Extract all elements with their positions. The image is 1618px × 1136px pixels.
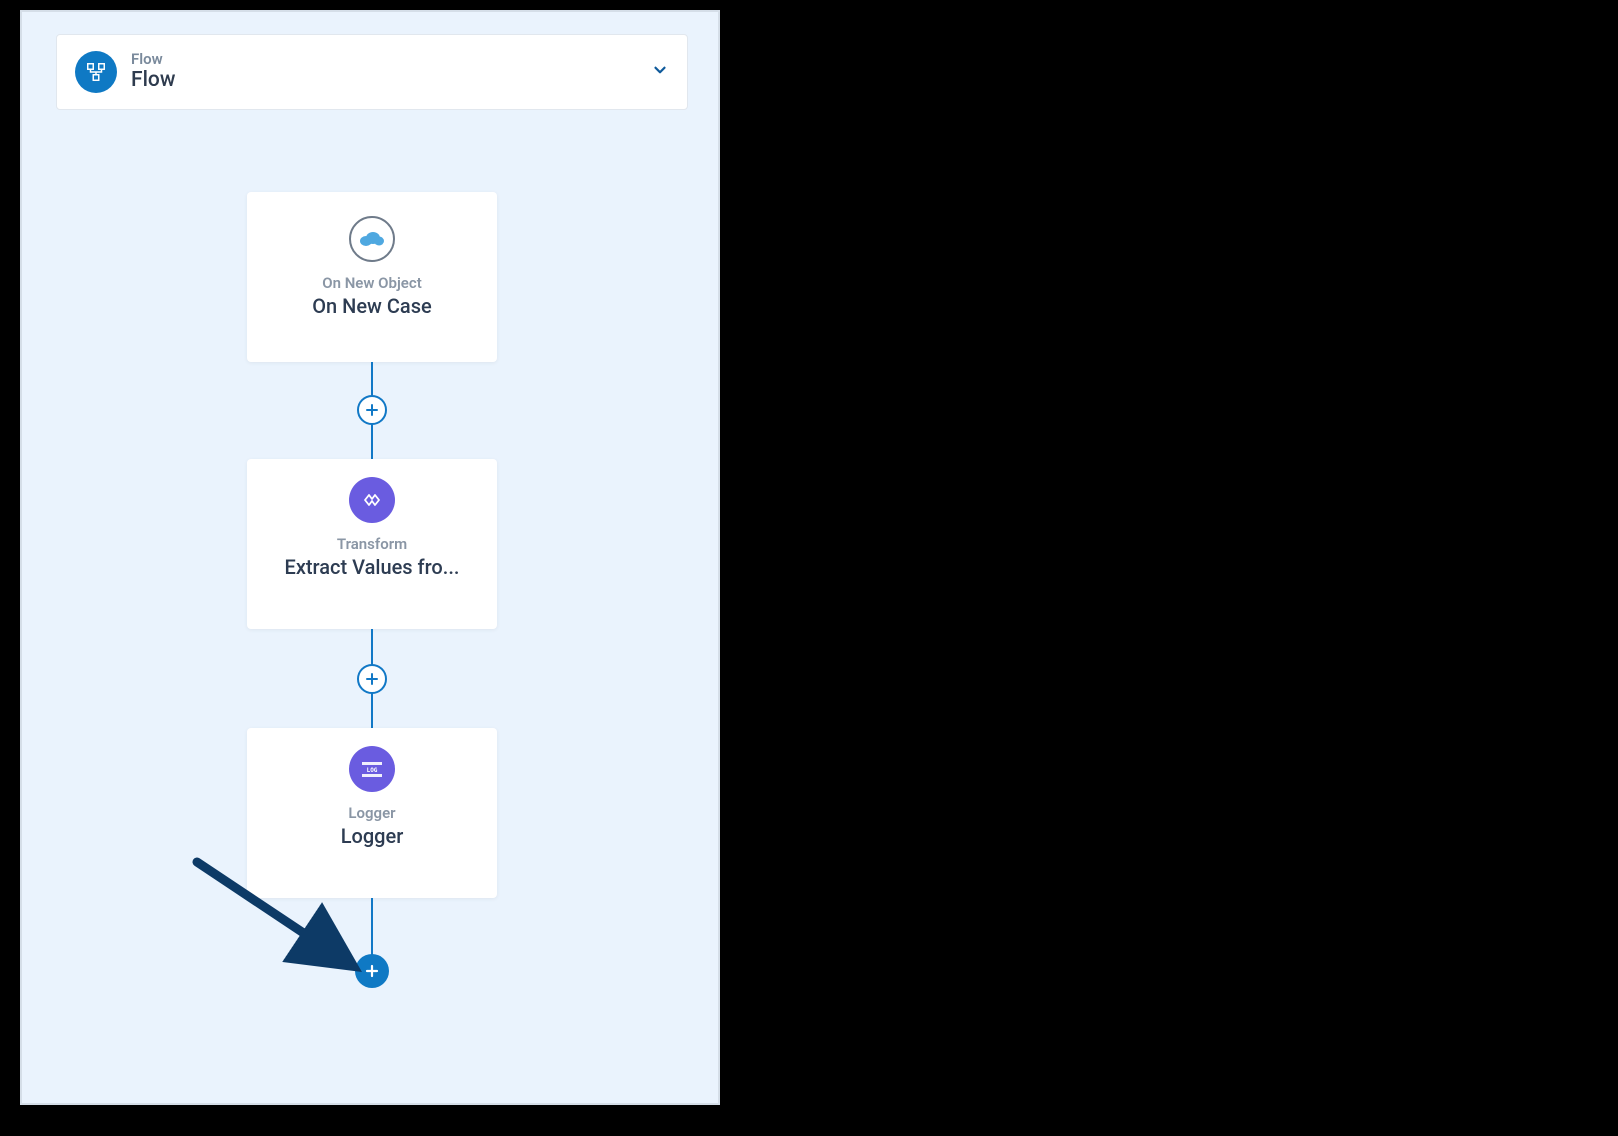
transform-icon	[349, 477, 395, 523]
connector-line	[371, 898, 373, 958]
flow-canvas: Flow Flow On New Object On New Case	[20, 10, 720, 1105]
node-name-label: Extract Values fro...	[259, 555, 485, 579]
flow-node-on-new-object[interactable]: On New Object On New Case	[247, 192, 497, 362]
flow-icon	[75, 51, 117, 93]
node-name-label: Logger	[259, 824, 485, 848]
node-type-label: On New Object	[259, 274, 485, 292]
flow-name: Flow	[131, 68, 651, 93]
log-icon: LOG	[349, 746, 395, 792]
node-type-label: Transform	[259, 535, 485, 553]
node-type-label: Logger	[259, 804, 485, 822]
add-step-button[interactable]	[357, 664, 387, 694]
add-step-button[interactable]	[357, 395, 387, 425]
flow-type-label: Flow	[131, 51, 651, 68]
flow-node-logger[interactable]: LOG Logger Logger	[247, 728, 497, 898]
svg-text:LOG: LOG	[367, 767, 378, 774]
flow-header[interactable]: Flow Flow	[56, 34, 688, 110]
add-step-final-button[interactable]	[355, 954, 389, 988]
flow-node-transform[interactable]: Transform Extract Values fro...	[247, 459, 497, 629]
chevron-down-icon[interactable]	[651, 61, 669, 83]
salesforce-cloud-icon	[349, 216, 395, 262]
flow-header-text: Flow Flow	[131, 51, 651, 93]
node-name-label: On New Case	[259, 294, 485, 318]
